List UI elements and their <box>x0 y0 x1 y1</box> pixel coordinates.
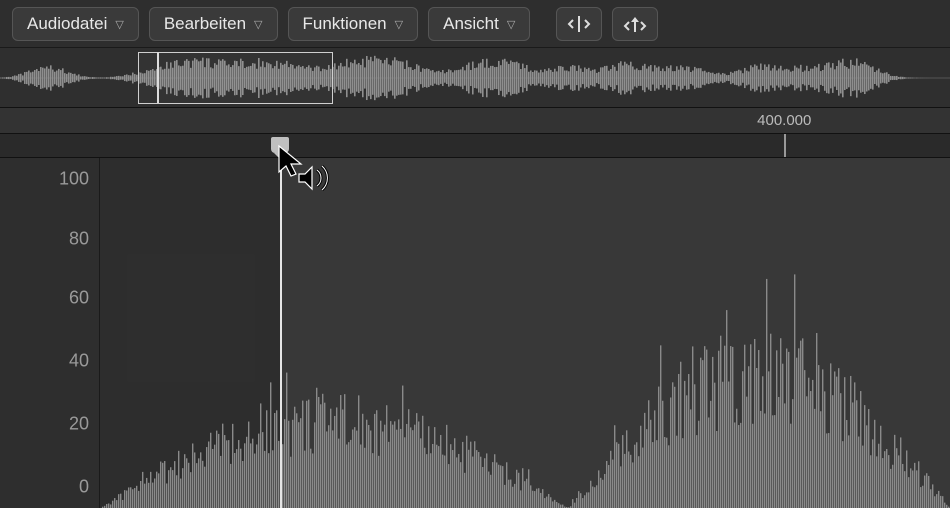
waveform-editor: 100 80 60 40 20 0 <box>0 158 950 508</box>
split-at-playhead-button[interactable] <box>556 7 602 41</box>
menu-edit[interactable]: Bearbeiten ▽ <box>149 7 278 41</box>
split-icon <box>565 14 593 34</box>
flex-marker-button[interactable] <box>612 7 658 41</box>
ruler-tick: 400.000 <box>757 112 811 129</box>
overview-playhead[interactable] <box>157 52 159 103</box>
menu-audiofile-label: Audiodatei <box>27 14 107 34</box>
chevron-down-icon: ▽ <box>115 18 123 31</box>
menu-functions-label: Funktionen <box>303 14 387 34</box>
waveform-area[interactable] <box>100 158 950 508</box>
flex-icon <box>621 14 649 34</box>
y-tick: 60 <box>69 288 89 309</box>
amplitude-axis: 100 80 60 40 20 0 <box>0 158 100 508</box>
marker-gutter <box>0 134 100 157</box>
menu-functions[interactable]: Funktionen ▽ <box>288 7 419 41</box>
overview-waveform[interactable] <box>0 48 950 108</box>
y-tick: 0 <box>79 477 89 498</box>
ruler-playline <box>784 134 786 157</box>
marker-area[interactable] <box>100 134 950 157</box>
playhead-line[interactable] <box>280 158 282 508</box>
marker-strip[interactable] <box>0 134 950 158</box>
time-ruler[interactable]: 400.000 <box>0 108 950 134</box>
menu-view-label: Ansicht <box>443 14 499 34</box>
chevron-down-icon: ▽ <box>254 18 262 31</box>
y-tick: 100 <box>59 169 89 190</box>
playhead-handle[interactable] <box>271 137 289 153</box>
toolbar: Audiodatei ▽ Bearbeiten ▽ Funktionen ▽ A… <box>0 0 950 48</box>
y-tick: 40 <box>69 351 89 372</box>
main-wave-graphic <box>100 158 950 508</box>
menu-view[interactable]: Ansicht ▽ <box>428 7 530 41</box>
overview-selection[interactable] <box>138 52 333 104</box>
y-tick: 20 <box>69 414 89 435</box>
y-tick: 80 <box>69 228 89 249</box>
menu-audiofile[interactable]: Audiodatei ▽ <box>12 7 139 41</box>
ruler-gutter <box>0 108 100 133</box>
chevron-down-icon: ▽ <box>507 18 515 31</box>
ruler-track[interactable]: 400.000 <box>100 108 950 133</box>
chevron-down-icon: ▽ <box>395 18 403 31</box>
menu-edit-label: Bearbeiten <box>164 14 246 34</box>
